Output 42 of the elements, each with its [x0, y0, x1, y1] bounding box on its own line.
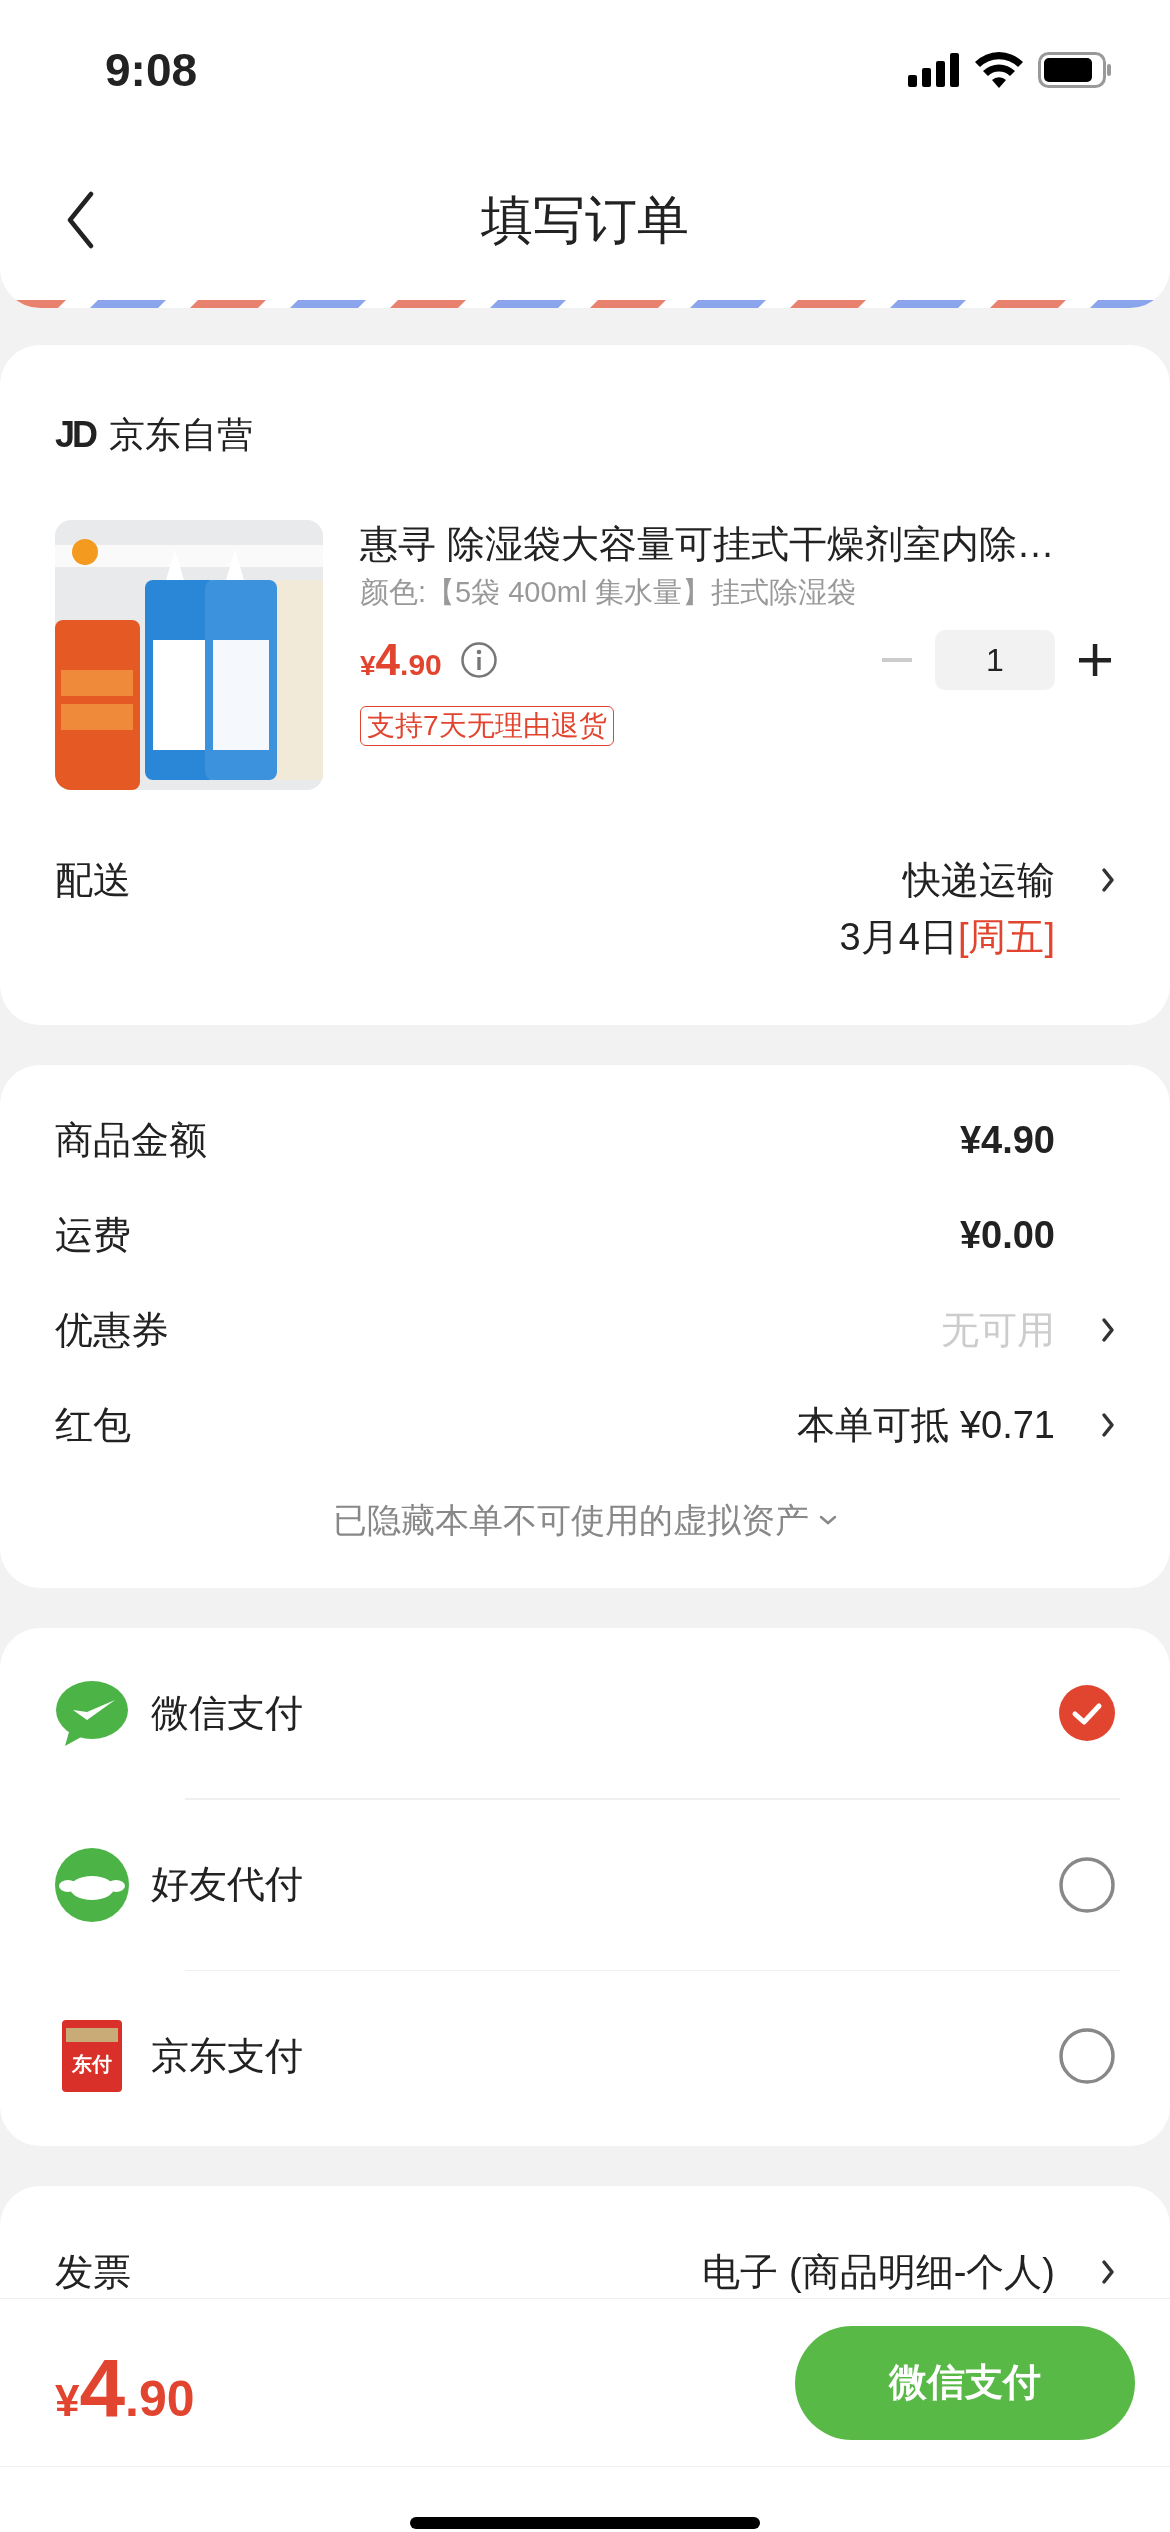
minus-icon: [882, 658, 912, 662]
fee-label: 运费: [55, 1212, 131, 1258]
fee-label: 优惠券: [55, 1307, 169, 1353]
fee-value: ¥4.90: [959, 1117, 1055, 1163]
icon-label: 东付: [72, 2054, 112, 2074]
radio-checked[interactable]: [1059, 1685, 1115, 1741]
return-policy-tag: 支持7天无理由退货: [360, 706, 614, 746]
back-icon: [65, 191, 95, 249]
plus-icon: [1079, 644, 1111, 676]
payment-option[interactable]: 微信支付: [151, 1684, 303, 1742]
info-icon[interactable]: [459, 641, 498, 679]
product-spec: 颜色:【5袋 400ml 集水量】挂式除湿袋: [360, 575, 858, 610]
chat-bubble-icon: [55, 1680, 129, 1746]
chevron-right-icon: [1101, 2259, 1115, 2285]
invoice-value[interactable]: 电子 (商品明细-个人): [702, 2243, 1055, 2301]
radio-unchecked[interactable]: [1059, 1856, 1115, 1913]
delivery-method[interactable]: 快递运输: [903, 851, 1055, 909]
product-price: ¥4.90: [360, 634, 442, 686]
store-name: 京东自营: [109, 413, 254, 457]
quantity-field[interactable]: 1: [935, 630, 1055, 690]
payment-option[interactable]: 好友代付: [151, 1856, 303, 1913]
fee-label: 红包: [55, 1402, 131, 1448]
product-title[interactable]: 惠寻 除湿袋大容量可挂式干燥剂室内除…: [360, 520, 1115, 568]
fee-value: ¥0.00: [959, 1212, 1055, 1258]
fee-label: 商品金额: [55, 1117, 207, 1163]
payment-option[interactable]: 京东支付: [151, 2027, 303, 2085]
total-price: ¥4.90: [55, 2341, 195, 2435]
invoice-label: 发票: [55, 2249, 131, 2295]
card-stripe: [66, 2028, 118, 2042]
chevron-right-icon: [1101, 867, 1115, 893]
radio-unchecked[interactable]: [1059, 2028, 1115, 2084]
delivery-date: 3月4日[周五]: [839, 914, 1055, 960]
fee-value[interactable]: 本单可抵 ¥0.71: [797, 1396, 1055, 1454]
hidden-assets-note[interactable]: 已隐藏本单不可使用的虚拟资产: [333, 1494, 809, 1546]
signal-icon: [908, 53, 960, 87]
store-logo: JD: [55, 413, 96, 457]
wifi-icon: [974, 52, 1024, 88]
status-time: 9:08: [105, 42, 198, 98]
battery-icon: [1038, 52, 1112, 88]
chevron-down-icon: [819, 1515, 837, 1525]
delivery-label: 配送: [55, 857, 131, 903]
page-title: 填写订单: [481, 194, 689, 246]
